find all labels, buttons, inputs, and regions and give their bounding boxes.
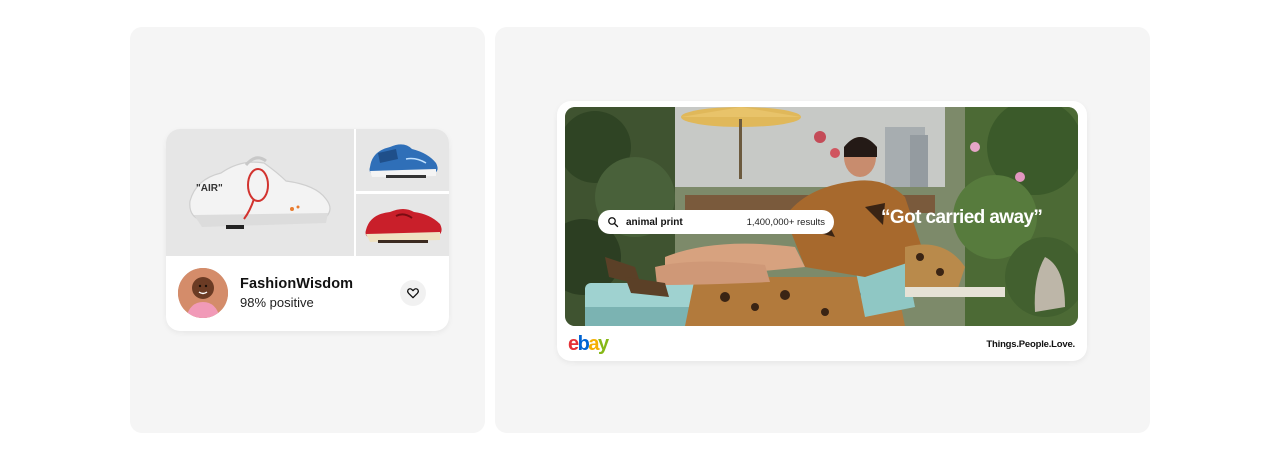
main-shoe-image[interactable]: "AIR"	[166, 129, 354, 256]
search-results-count: 1,400,000+ results	[746, 216, 825, 228]
ebay-logo-letter-b: b	[577, 333, 590, 355]
left-panel: "AIR" FashionWisdom 98% positive	[130, 27, 485, 433]
ad-search-bar[interactable]: animal print 1,400,000+ results	[598, 210, 834, 234]
avatar[interactable]	[178, 268, 228, 318]
ebay-logo-letter-a: a	[588, 333, 599, 355]
blue-sneaker-icon	[369, 144, 438, 178]
seller-info: FashionWisdom 98% positive	[166, 256, 449, 331]
side-shoe-image-bottom[interactable]	[356, 194, 449, 256]
seller-rating: 98% positive	[240, 295, 314, 310]
red-sneaker-icon	[365, 209, 442, 243]
search-icon	[608, 217, 619, 228]
seller-card[interactable]: "AIR" FashionWisdom 98% positive	[166, 129, 449, 331]
right-panel: animal print 1,400,000+ results “Got car…	[495, 27, 1150, 433]
heart-outline-icon	[407, 288, 419, 299]
side-shoe-image-top[interactable]	[356, 129, 449, 191]
ad-photo: animal print 1,400,000+ results “Got car…	[565, 107, 1078, 326]
ebay-logo-letter-y: y	[597, 333, 609, 355]
main-shoe-text: "AIR"	[196, 183, 223, 194]
search-query: animal print	[626, 216, 683, 228]
person-avatar-icon	[178, 268, 228, 318]
white-sneaker-icon: "AIR"	[189, 156, 331, 229]
ad-footer: ebay Things.People.Love.	[557, 327, 1087, 361]
favorite-button[interactable]	[400, 280, 426, 306]
ad-tagline: “Got carried away”	[881, 207, 1043, 228]
seller-name[interactable]: FashionWisdom	[240, 276, 353, 292]
ebay-logo-letter-e: e	[568, 333, 579, 355]
ebay-slogan: Things.People.Love.	[986, 339, 1075, 350]
ebay-ad-card[interactable]: animal print 1,400,000+ results “Got car…	[557, 101, 1087, 361]
ebay-logo[interactable]: ebay	[568, 333, 609, 356]
